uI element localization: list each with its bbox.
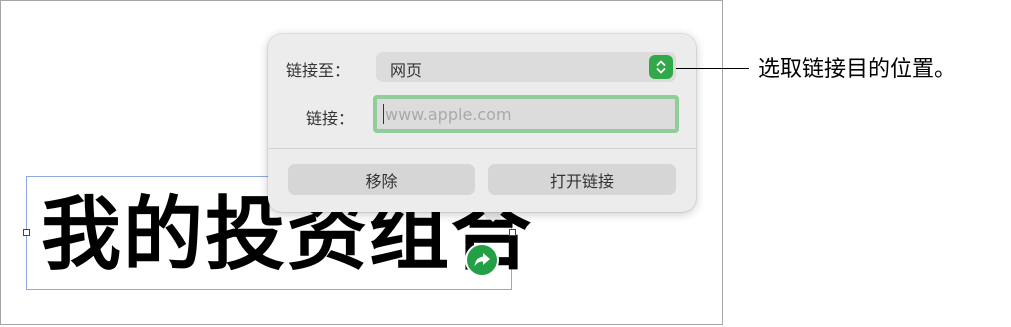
selection-handle-left[interactable] bbox=[23, 229, 30, 236]
url-field[interactable] bbox=[373, 95, 679, 133]
remove-button[interactable]: 移除 bbox=[288, 164, 475, 195]
open-link-button[interactable]: 打开链接 bbox=[488, 164, 676, 195]
url-input[interactable] bbox=[377, 99, 675, 129]
link-popover: 链接至： 网页 链接： 移除 打开链接 bbox=[268, 34, 696, 212]
popover-divider bbox=[268, 148, 696, 149]
curved-arrow-icon bbox=[474, 253, 490, 267]
link-label: 链接： bbox=[306, 109, 355, 128]
callout-text: 选取链接目的位置。 bbox=[758, 57, 957, 82]
callout-line bbox=[676, 68, 749, 69]
selection-handle-right[interactable] bbox=[509, 229, 516, 236]
link-type-value: 网页 bbox=[390, 61, 423, 80]
text-caret bbox=[383, 104, 384, 124]
link-type-select[interactable]: 网页 bbox=[376, 52, 676, 82]
link-to-label: 链接至： bbox=[286, 61, 351, 80]
link-badge-icon[interactable] bbox=[465, 243, 499, 277]
up-down-chevron-icon[interactable] bbox=[649, 55, 673, 79]
